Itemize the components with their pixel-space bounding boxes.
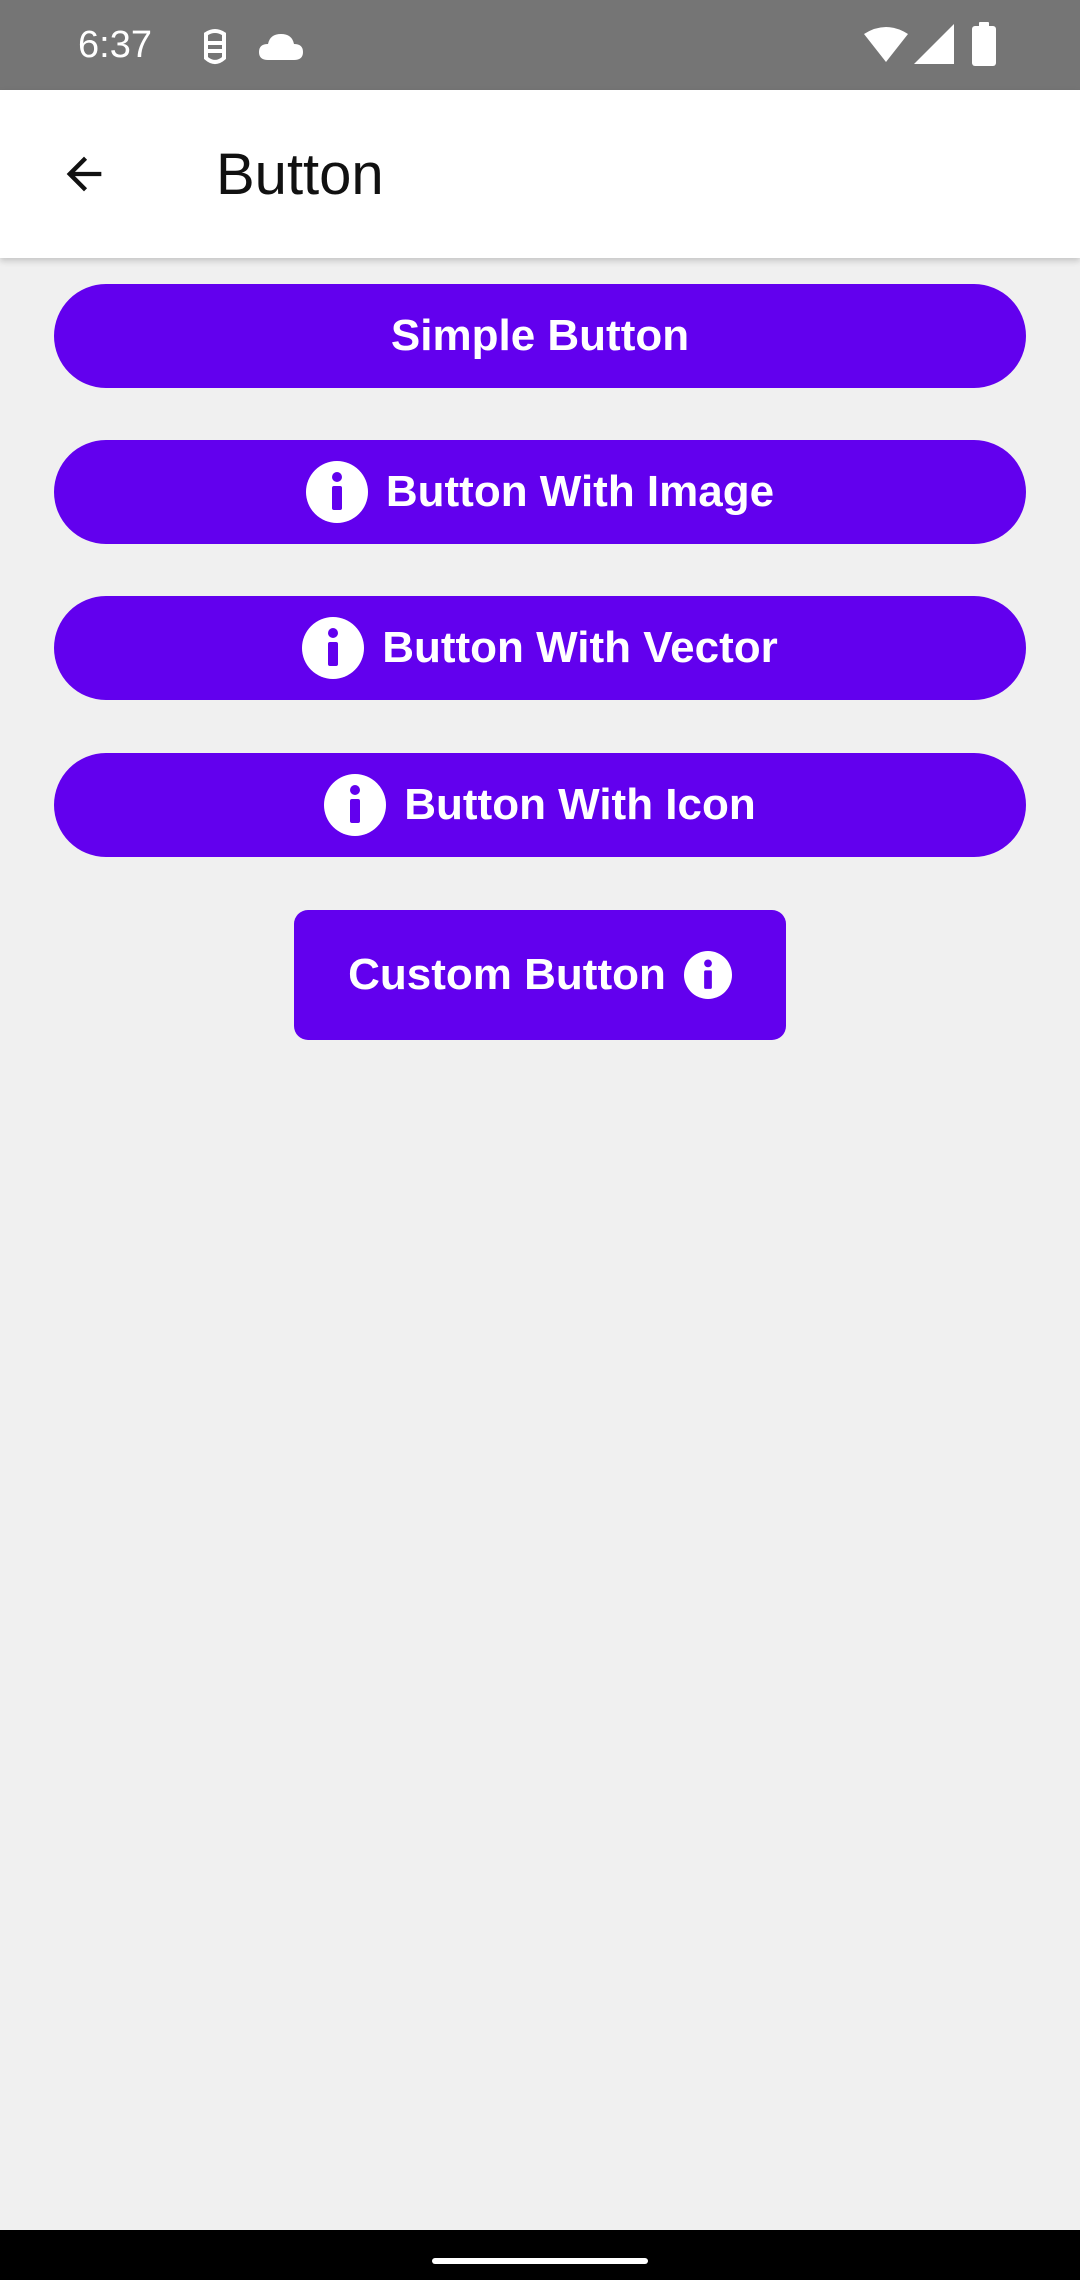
debug-icon <box>204 29 226 64</box>
page-title: Button <box>216 142 384 207</box>
arrow-back-icon <box>66 156 102 192</box>
custom-button-label: Custom Button <box>348 950 666 999</box>
icon-button-label: Button With Icon <box>404 780 756 829</box>
cloud-icon <box>259 34 303 60</box>
info-icon <box>305 461 368 523</box>
wifi-icon <box>864 27 908 62</box>
home-indicator[interactable] <box>432 2258 648 2264</box>
status-bar: 6:37 <box>0 0 1080 90</box>
app-bar: Button <box>0 90 1080 258</box>
info-icon <box>324 774 387 836</box>
vector-button[interactable]: Button With Vector <box>54 596 1026 700</box>
battery-icon <box>972 22 996 66</box>
custom-button[interactable]: Custom Button <box>294 910 786 1040</box>
back-button[interactable] <box>36 126 132 222</box>
info-icon <box>683 951 732 999</box>
simple-button-label: Simple Button <box>390 311 690 360</box>
status-time: 6:37 <box>78 24 152 66</box>
image-button-label: Button With Image <box>385 467 775 516</box>
icon-button[interactable]: Button With Icon <box>54 753 1026 857</box>
navigation-bar <box>0 2230 1080 2280</box>
vector-button-label: Button With Vector <box>382 623 778 672</box>
info-icon <box>302 617 365 679</box>
signal-icon <box>914 24 954 64</box>
image-button[interactable]: Button With Image <box>54 440 1026 544</box>
simple-button[interactable]: Simple Button <box>54 284 1026 388</box>
